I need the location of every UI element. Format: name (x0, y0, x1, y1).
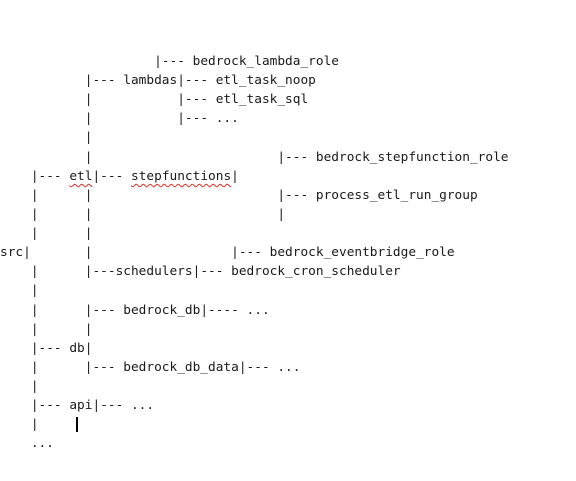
tree-line-text: | (0, 130, 93, 145)
tree-line: | |--- etl_task_sql (0, 90, 308, 109)
tree-line: | |--- ... (0, 109, 239, 128)
tree-line-text: | (0, 379, 39, 394)
tree-line-text: | | |--- process_etl_run_group (0, 188, 478, 203)
tree-line-api: |--- api|--- ... (0, 396, 154, 415)
tree-line-text: | |---schedulers|--- bedrock_cron_schedu… (0, 264, 401, 279)
tree-line-etl: |--- etl|--- stepfunctions| (0, 167, 239, 186)
tree-line: | |---schedulers|--- bedrock_cron_schedu… (0, 262, 401, 281)
document-canvas[interactable]: |--- bedrock_lambda_role |--- lambdas|--… (0, 0, 576, 481)
tree-line: | | (0, 320, 93, 339)
tree-line: | |--- bedrock_db|---- ... (0, 301, 270, 320)
tree-line: | (0, 415, 39, 434)
tree-line: | (0, 377, 39, 396)
tree-line-text: |--- (0, 169, 70, 184)
tree-line: | | (0, 224, 93, 243)
tree-line-text: |--- db| (0, 341, 93, 356)
tree-line-src: src| | |--- bedrock_eventbridge_role (0, 243, 455, 262)
text-cursor (76, 417, 78, 432)
tree-line-text: |--- bedrock_lambda_role (0, 54, 339, 69)
tree-line-text: |--- lambdas|--- etl_task_noop (0, 73, 316, 88)
tree-line-text: | |--- bedrock_db_data|--- ... (0, 360, 301, 375)
tree-line-text: | |--- bedrock_stepfunction_role (0, 150, 509, 165)
tree-line-db: |--- db| (0, 339, 93, 358)
tree-line: | (0, 281, 39, 300)
tree-line-text: ... (0, 436, 54, 451)
tree-line: | | | (0, 205, 285, 224)
tree-line: |--- bedrock_lambda_role (0, 52, 339, 71)
tree-line-text: | | | (0, 207, 286, 222)
misspelled-word-stepfunctions[interactable]: stepfunctions (131, 169, 231, 184)
tree-line: | |--- bedrock_db_data|--- ... (0, 358, 301, 377)
tree-line-text: | |--- etl_task_sql (0, 92, 309, 107)
tree-line: ... (0, 434, 54, 453)
tree-line-text: | (0, 417, 39, 432)
tree-line: | |--- bedrock_stepfunction_role (0, 148, 509, 167)
tree-line-text: src| | |--- bedrock_eventbridge_role (0, 245, 455, 260)
misspelled-word-etl[interactable]: etl (69, 169, 92, 184)
tree-line: | (0, 128, 93, 147)
tree-line-text: | (0, 283, 39, 298)
tree-line-text: | (231, 169, 239, 184)
tree-line-text: | | (0, 322, 93, 337)
tree-line-text: | |--- ... (0, 111, 239, 126)
tree-line-text: |--- (92, 169, 131, 184)
tree-line-text: | |--- bedrock_db|---- ... (0, 303, 270, 318)
tree-line-text: |--- api|--- ... (0, 398, 155, 413)
tree-line: | | |--- process_etl_run_group (0, 186, 478, 205)
tree-line: |--- lambdas|--- etl_task_noop (0, 71, 316, 90)
tree-line-text: | | (0, 226, 93, 241)
